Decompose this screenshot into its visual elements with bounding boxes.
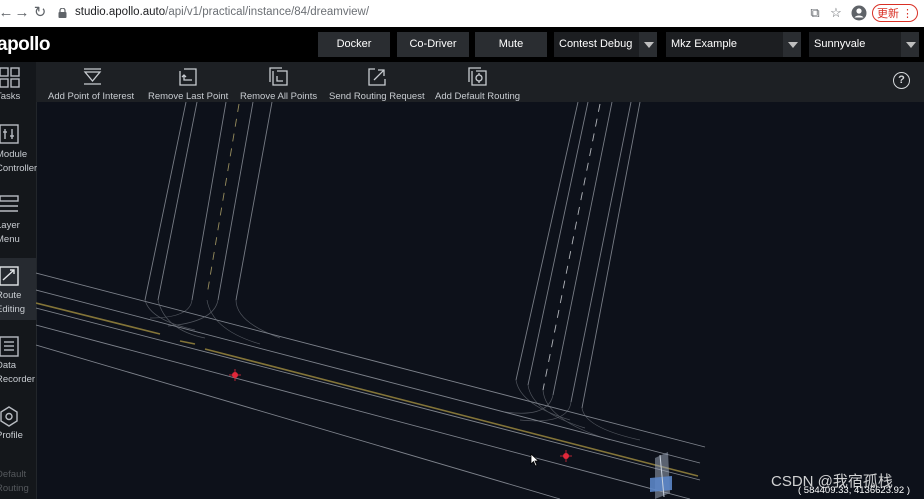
center-line <box>36 302 699 477</box>
left-vertical-road <box>144 102 273 301</box>
map-canvas[interactable] <box>36 102 924 499</box>
sidebar-item-label: Layer Menu <box>0 220 20 245</box>
add-default-routing-button[interactable]: Add Default Routing <box>435 62 523 102</box>
map-select-value: Sunnyvale <box>814 38 866 50</box>
sidebar-item-module-controller[interactable]: Module Controller <box>0 118 37 186</box>
sidebar-item-label: Default Routing <box>0 469 29 494</box>
route-editing-icon <box>0 266 19 286</box>
right-vertical-road <box>515 102 641 409</box>
mouse-cursor-icon <box>530 453 540 467</box>
forward-arrow-icon[interactable]: → <box>12 3 32 23</box>
layer-menu-icon <box>0 195 19 212</box>
url-text: studio.apollo.auto/api/v1/practical/inst… <box>75 6 370 18</box>
docker-version-button[interactable]: Docker Version <box>318 32 390 75</box>
address-bar[interactable]: studio.apollo.auto/api/v1/practical/inst… <box>52 3 800 24</box>
remove-all-icon <box>269 67 288 86</box>
app-header: apollo Docker Version Co-Driver Mute Con… <box>0 27 924 75</box>
sidebar-item-layer-menu[interactable]: Layer Menu <box>0 188 36 256</box>
translate-icon[interactable]: ⧉ <box>806 4 824 22</box>
map-select[interactable]: Sunnyvale <box>809 32 919 57</box>
data-recorder-icon <box>0 336 19 357</box>
send-routing-request-button[interactable]: Send Routing Request <box>329 62 425 102</box>
map-coordinates: ( 584409.33, 4136623.92 ) <box>798 485 910 496</box>
tool-label: Send Routing Request <box>329 91 425 102</box>
side-nav: Tasks Module Controller Layer Menu Route… <box>0 62 37 499</box>
remove-all-points-button[interactable]: Remove All Points <box>240 62 318 102</box>
sidebar-item-label: Route Editing <box>0 290 26 315</box>
help-icon[interactable]: ? <box>893 72 910 89</box>
ego-vehicle <box>650 452 672 499</box>
sidebar-item-label: Data Recorder <box>0 360 36 385</box>
route-editing-toolbar: Add Point of Interest Remove Last Point … <box>36 62 924 102</box>
add-routing-icon <box>468 67 487 86</box>
sidebar-item-data-recorder[interactable]: Data Recorder <box>0 328 36 396</box>
sidebar-item-profile[interactable]: Profile <box>0 398 36 466</box>
tool-label: Remove All Points <box>240 91 318 102</box>
browser-toolbar: ← → ↻ studio.apollo.auto/api/v1/practica… <box>0 0 924 28</box>
module-controller-icon <box>0 124 19 144</box>
mode-select[interactable]: Contest Debug <box>554 32 657 57</box>
funnel-icon <box>83 68 102 85</box>
co-driver-button[interactable]: Co-Driver <box>397 32 469 57</box>
apollo-logo: apollo <box>0 34 50 55</box>
tool-label: Add Point of Interest <box>48 91 135 102</box>
chevron-down-icon[interactable] <box>639 32 657 57</box>
sidebar-item-default-routing[interactable]: Default Routing <box>0 464 36 499</box>
sidebar-item-label: Module Controller <box>0 149 38 174</box>
sidebar-item-label: Tasks <box>0 91 21 102</box>
profile-icon <box>0 406 18 427</box>
remove-last-point-button[interactable]: Remove Last Point <box>148 62 230 102</box>
main-road <box>36 272 706 499</box>
bookmark-star-icon[interactable]: ☆ <box>827 4 845 22</box>
chevron-down-icon[interactable] <box>783 32 801 57</box>
profile-avatar-icon[interactable] <box>850 4 868 22</box>
lock-icon <box>58 8 67 18</box>
tasks-grid-icon <box>0 67 20 88</box>
tool-label: Add Default Routing <box>435 91 521 102</box>
mute-button[interactable]: Mute <box>475 32 547 57</box>
route-point-2[interactable] <box>560 450 572 462</box>
send-arrow-icon <box>368 68 386 86</box>
vehicle-select[interactable]: Mkz Example <box>666 32 801 57</box>
vehicle-select-value: Mkz Example <box>671 38 738 50</box>
mode-select-value: Contest Debug <box>559 38 633 50</box>
sidebar-item-label: Profile <box>0 430 23 441</box>
add-point-of-interest-button[interactable]: Add Point of Interest <box>48 62 140 102</box>
tool-label: Remove Last Point <box>148 91 229 102</box>
update-button[interactable]: 更新 ⋮ <box>872 4 918 22</box>
reload-icon[interactable]: ↻ <box>30 3 50 23</box>
undo-point-icon <box>179 68 197 86</box>
chevron-down-icon[interactable] <box>901 32 919 57</box>
sidebar-item-route-editing[interactable]: Route Editing <box>0 258 36 320</box>
